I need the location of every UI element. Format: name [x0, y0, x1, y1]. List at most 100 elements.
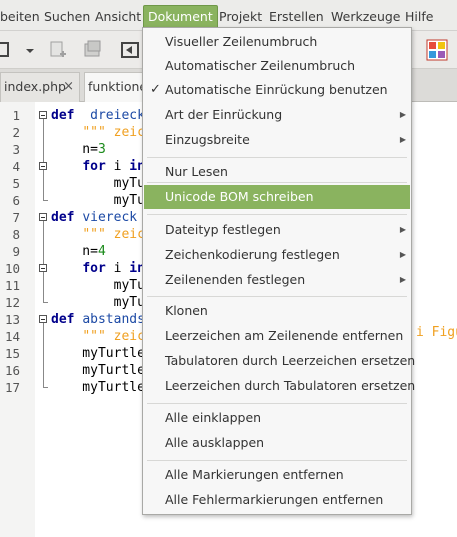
code-text: def abstands [51, 311, 145, 328]
chevron-down-icon[interactable] [24, 39, 36, 61]
close-file-icon[interactable] [82, 39, 104, 61]
code-text: n=4 [51, 243, 106, 260]
line-number: 1 [12, 108, 20, 123]
code-token: myTurtle [51, 363, 145, 378]
menu-item-label: Klonen [165, 303, 208, 318]
submenu-arrow-icon: ▶ [399, 275, 406, 284]
menu-item[interactable]: Unicode BOM schreiben [144, 185, 410, 209]
line-number: 13 [4, 312, 20, 327]
menu-item-label: Alle ausklappen [165, 435, 265, 450]
code-token: """ zeic [82, 125, 145, 140]
code-text: myTur [51, 192, 153, 209]
menu-item[interactable]: Klonen [144, 299, 410, 323]
fold-toggle-icon[interactable] [39, 315, 47, 323]
line-number: 4 [12, 159, 20, 174]
submenu-arrow-icon: ▶ [399, 135, 406, 144]
code-token: """ zeic [82, 227, 145, 242]
fold-toggle-icon[interactable] [39, 111, 47, 119]
menu-item-label: Nur Lesen [165, 164, 228, 179]
code-text: myTur [51, 277, 153, 294]
code-token: myTur [51, 278, 153, 293]
code-token: myTurtle [51, 346, 145, 361]
submenu-arrow-icon: ▶ [399, 110, 406, 119]
line-number: 15 [4, 346, 20, 361]
back-icon[interactable] [120, 39, 142, 61]
fold-end-mark [43, 302, 48, 303]
menu-separator [147, 157, 407, 158]
line-number: 5 [12, 176, 20, 191]
menu-suchen[interactable]: Suchen [44, 0, 90, 31]
menu-item[interactable]: Dateityp festlegen ▶ [144, 218, 410, 242]
save-icon[interactable] [0, 39, 10, 61]
fold-guide-line [43, 272, 44, 302]
menu-item-label: Leerzeichen am Zeilenende entfernen [165, 328, 404, 343]
code-text: myTur [51, 294, 153, 311]
menu-dokument[interactable]: Dokument [143, 5, 218, 29]
menu-item[interactable]: Einzugsbreite ▶ [144, 128, 410, 152]
color-chooser-icon[interactable] [426, 39, 448, 61]
menu-item[interactable]: Zeichenkodierung festlegen ▶ [144, 243, 410, 267]
submenu-arrow-icon: ▶ [399, 225, 406, 234]
code-token: for [82, 159, 106, 174]
code-text: myTurtle [51, 362, 145, 379]
menu-separator [147, 182, 407, 183]
menu-separator [147, 403, 407, 404]
fold-end-mark [43, 200, 48, 201]
menu-item-label: Leerzeichen durch Tabulatoren ersetzen [165, 378, 416, 393]
menu-item[interactable]: Automatischer Zeilenumbruch [144, 54, 410, 78]
code-token: i [105, 159, 130, 174]
code-token: """ zeic [82, 329, 145, 344]
line-number: 6 [12, 193, 20, 208]
menu-item[interactable]: Alle Fehlermarkierungen entfernen [144, 488, 410, 512]
menu-item[interactable]: Zeilenenden festlegen ▶ [144, 268, 410, 292]
code-text: def viereck [51, 209, 137, 226]
line-number: 16 [4, 363, 20, 378]
menu-item[interactable]: Art der Einrückung ▶ [144, 103, 410, 127]
fold-toggle-icon[interactable] [39, 213, 47, 221]
menu-item-label: Unicode BOM schreiben [165, 189, 314, 204]
menu-item-label: Einzugsbreite [165, 132, 250, 147]
code-token: i [105, 261, 130, 276]
menu-item-label: Zeichenkodierung festlegen [165, 247, 340, 262]
menu-ansicht[interactable]: Ansicht [95, 0, 141, 31]
fold-guide-line [43, 170, 44, 200]
menu-item-label: Automatische Einrückung benutzen [165, 82, 388, 97]
line-number: 11 [4, 278, 20, 293]
code-token: 4 [97, 244, 106, 259]
menu-separator [147, 214, 407, 215]
code-token: for [82, 261, 106, 276]
menu-item[interactable]: Leerzeichen am Zeilenende entfernen [144, 324, 410, 348]
line-number: 10 [4, 261, 20, 276]
fold-toggle-icon[interactable] [39, 162, 47, 170]
menu-separator [147, 296, 407, 297]
menu-item[interactable]: Leerzeichen durch Tabulatoren ersetzen [144, 374, 415, 398]
fold-end-mark [43, 387, 48, 388]
code-text: """ zeic [51, 124, 145, 141]
menu-item[interactable]: Alle ausklappen [144, 431, 410, 455]
close-icon[interactable]: × [63, 73, 74, 101]
menu-bearbeiten[interactable]: beiten [0, 0, 40, 31]
code-token: myTurtle [51, 380, 145, 395]
menu-item-label: Alle einklappen [165, 410, 262, 425]
code-token: myTur [51, 193, 153, 208]
fold-toggle-icon[interactable] [39, 264, 47, 272]
code-overflow-text: i Figu [416, 325, 457, 340]
revert-icon[interactable] [48, 39, 70, 61]
menu-item[interactable]: Alle einklappen [144, 406, 410, 430]
menu-item[interactable]: Tabulatoren durch Leerzeichen ersetzen [144, 349, 415, 373]
menu-item[interactable]: Automatische Einrückung benutzen ✓ [144, 78, 410, 102]
menu-item[interactable]: Alle Markierungen entfernen [144, 463, 410, 487]
code-token: 3 [97, 142, 106, 157]
line-number: 7 [12, 210, 20, 225]
menu-item[interactable]: Visueller Zeilenumbruch [144, 30, 410, 54]
menu-separator [147, 460, 407, 461]
tab-funktionen[interactable]: funktione [84, 72, 144, 102]
code-token: n= [51, 244, 98, 259]
line-number: 8 [12, 227, 20, 242]
menu-item[interactable]: Nur Lesen [144, 160, 410, 184]
tab-index-php[interactable]: index.php × [0, 72, 80, 102]
code-token: n= [51, 142, 98, 157]
line-number: 3 [12, 142, 20, 157]
